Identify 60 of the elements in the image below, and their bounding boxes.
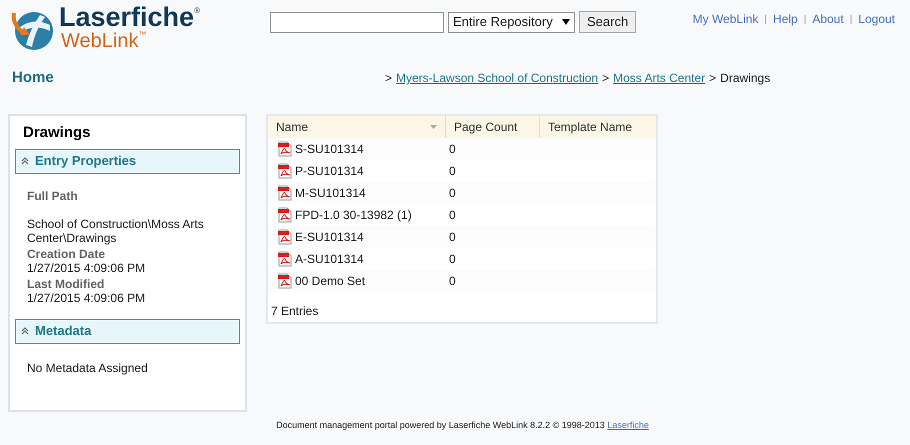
footer-link[interactable]: Laserfiche: [607, 420, 649, 430]
pdf-icon: [277, 207, 293, 223]
pdf-icon: [277, 163, 293, 179]
page-count: 0: [449, 230, 456, 244]
entry-count: 7 Entries: [271, 304, 318, 318]
breadcrumb-link[interactable]: Myers-Lawson School of Construction: [396, 69, 598, 87]
pdf-icon: [277, 251, 293, 267]
link-separator: |: [850, 12, 852, 26]
field-label: Full Path: [27, 188, 79, 202]
breadcrumb-current: Drawings: [720, 70, 770, 87]
link-separator: |: [804, 12, 806, 26]
field-label: Creation Date: [27, 246, 106, 260]
page-count: 0: [449, 142, 456, 156]
entry-name[interactable]: E-SU101314: [295, 228, 364, 246]
home-title: Home: [12, 68, 55, 88]
column-header[interactable]: Name: [268, 116, 445, 138]
sort-arrow-icon: [430, 125, 437, 129]
scope-dropdown[interactable]: Entire Repository: [448, 12, 575, 32]
brand-name: Laserfiche: [59, 4, 194, 31]
page-count: 0: [449, 164, 456, 178]
breadcrumb-link[interactable]: Moss Arts Center: [613, 69, 706, 87]
registered-mark: ®: [194, 7, 200, 15]
entry-name[interactable]: S-SU101314: [295, 140, 364, 158]
sidebar-title: Drawings: [23, 123, 92, 143]
field-value: 1/27/2015 4:09:06 PM: [27, 260, 146, 274]
search-field[interactable]: [270, 12, 444, 32]
nav-link[interactable]: Help: [773, 10, 798, 28]
nav-link[interactable]: About: [812, 10, 844, 28]
pdf-icon: [277, 273, 293, 289]
footer-text: Document management portal powered by Laserfiche WebLink 8.2.2 © 1998-2013 Laserfiche: [276, 419, 649, 432]
pdf-icon: [277, 229, 293, 245]
collapse-icon: [21, 157, 29, 165]
entry-name[interactable]: 00 Demo Set: [295, 272, 366, 290]
breadcrumb-separator: >: [385, 70, 392, 87]
pdf-icon: [277, 185, 293, 201]
search-button[interactable]: Search: [579, 11, 636, 33]
product-name: WebLink: [61, 31, 138, 51]
breadcrumb-separator: >: [602, 70, 610, 87]
pdf-icon: [277, 141, 293, 157]
page-count: 0: [449, 208, 456, 222]
section-header[interactable]: Entry Properties: [15, 148, 240, 174]
field-value: 1/27/2015 4:09:06 PM: [27, 290, 146, 304]
dropdown-arrow-icon: [562, 19, 570, 25]
field-value: School of Construction\Moss Arts Center\Drawings: [27, 216, 205, 244]
trademark: ™: [138, 31, 146, 39]
entry-name[interactable]: A-SU101314: [295, 250, 364, 268]
field-label: Last Modified: [27, 276, 106, 290]
breadcrumb-separator: >: [709, 70, 716, 87]
nav-link[interactable]: My WebLink: [692, 10, 758, 28]
link-separator: |: [764, 12, 768, 26]
page-count: 0: [449, 186, 456, 200]
section-text: No Metadata Assigned: [26, 360, 149, 376]
page-count: 0: [449, 252, 456, 266]
collapse-icon: [21, 327, 29, 335]
section-header[interactable]: Metadata: [15, 318, 240, 344]
entry-name[interactable]: P-SU101314: [295, 162, 364, 180]
entry-name[interactable]: FPD-1.0 30-13982 (1): [295, 206, 412, 224]
nav-link[interactable]: Logout: [858, 10, 895, 28]
page-count: 0: [449, 274, 456, 288]
entry-name[interactable]: M-SU101314: [295, 184, 366, 202]
